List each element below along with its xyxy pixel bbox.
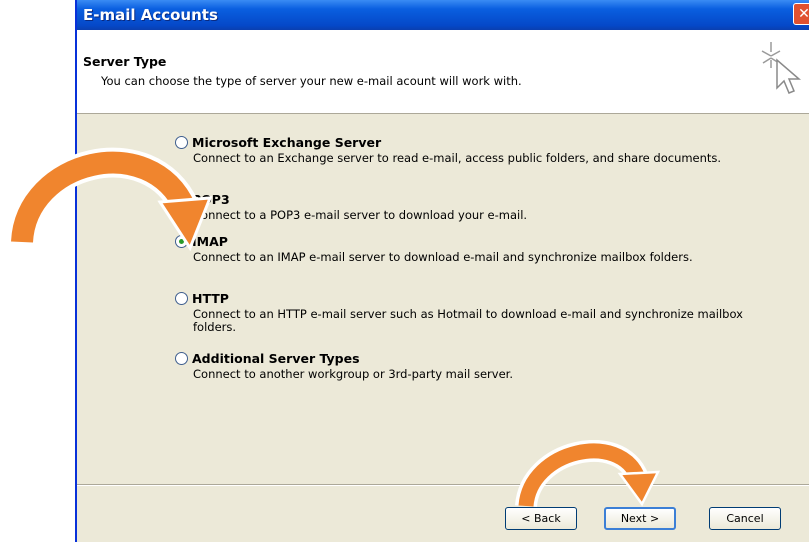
option-description: Connect to an HTTP e-mail server such as… [193, 307, 743, 334]
curved-arrow-to-next [515, 440, 661, 508]
page-title: Server Type [83, 54, 167, 69]
option-description: Connect to an Exchange server to read e-… [193, 151, 722, 165]
curved-arrow-to-imap [7, 147, 213, 252]
close-button[interactable]: ✕ [793, 3, 809, 25]
window-title: E-mail Accounts [83, 6, 218, 24]
option-pop3[interactable]: POP3 Connect to a POP3 e-mail server to … [175, 189, 743, 222]
option-label[interactable]: Additional Server Types [192, 351, 360, 366]
option-label[interactable]: HTTP [192, 291, 229, 306]
footer-separator [77, 484, 809, 486]
page-subtitle: You can choose the type of server your n… [101, 74, 522, 88]
option-description: Connect to a POP3 e-mail server to downl… [193, 208, 528, 222]
option-http[interactable]: HTTP Connect to an HTTP e-mail server su… [175, 288, 743, 334]
cancel-button[interactable]: Cancel [709, 507, 781, 530]
option-description: Connect to another workgroup or 3rd-part… [193, 367, 513, 381]
wizard-header: Server Type You can choose the type of s… [77, 30, 809, 114]
option-additional[interactable]: Additional Server Types Connect to anoth… [175, 348, 743, 381]
back-button[interactable]: < Back [505, 507, 577, 530]
radio-additional[interactable] [175, 351, 188, 365]
sparkle-cursor-icon [761, 42, 802, 94]
next-button[interactable]: Next > [604, 507, 676, 530]
option-description: Connect to an IMAP e-mail server to down… [193, 250, 693, 264]
email-accounts-dialog: E-mail Accounts ✕ Server Type You can ch… [75, 0, 809, 542]
option-exchange[interactable]: Microsoft Exchange Server Connect to an … [175, 132, 743, 165]
close-icon: ✕ [798, 6, 809, 22]
option-imap[interactable]: IMAP Connect to an IMAP e-mail server to… [175, 231, 743, 264]
option-label[interactable]: Microsoft Exchange Server [192, 135, 381, 150]
title-bar: E-mail Accounts ✕ [77, 0, 809, 30]
radio-http[interactable] [175, 291, 188, 305]
